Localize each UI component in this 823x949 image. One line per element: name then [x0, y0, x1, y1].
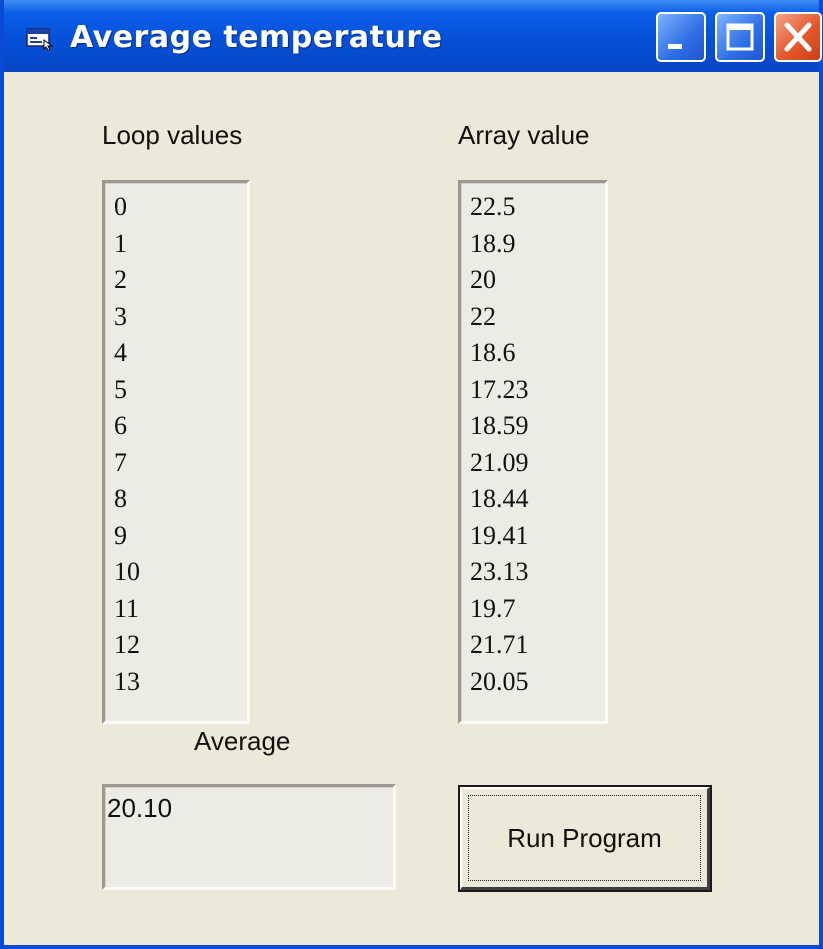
- loop-values-listbox[interactable]: 0 1 2 3 4 5 6 7 8 9 10 11 12 13: [102, 180, 250, 724]
- average-output-field[interactable]: 20.10: [102, 784, 396, 890]
- list-item[interactable]: 18.6: [470, 335, 605, 372]
- list-item[interactable]: 18.59: [470, 408, 605, 445]
- window-title: Average temperature: [70, 20, 443, 55]
- close-icon: [784, 22, 812, 52]
- list-item[interactable]: 21.71: [470, 627, 605, 664]
- list-item[interactable]: 2: [114, 262, 247, 299]
- list-item[interactable]: 19.7: [470, 591, 605, 628]
- list-item[interactable]: 12: [114, 627, 247, 664]
- list-item[interactable]: 20: [470, 262, 605, 299]
- average-label: Average: [194, 726, 291, 756]
- close-button[interactable]: [774, 12, 822, 62]
- array-value-label: Array value: [458, 120, 590, 150]
- list-item[interactable]: 9: [114, 518, 247, 555]
- list-item[interactable]: 6: [114, 408, 247, 445]
- loop-values-label: Loop values: [102, 120, 243, 150]
- list-item[interactable]: 17.23: [470, 372, 605, 409]
- list-item[interactable]: 19.41: [470, 518, 605, 555]
- app-window-icon: [26, 28, 54, 50]
- list-item[interactable]: 5: [114, 372, 247, 409]
- maximize-icon: [726, 23, 754, 51]
- loop-values-items: 0 1 2 3 4 5 6 7 8 9 10 11 12 13: [114, 189, 247, 700]
- list-item[interactable]: 8: [114, 481, 247, 518]
- list-item[interactable]: 11: [114, 591, 247, 628]
- list-item[interactable]: 23.13: [470, 554, 605, 591]
- run-program-button[interactable]: Run Program: [458, 785, 712, 892]
- array-values-listbox[interactable]: 22.5 18.9 20 22 18.6 17.23 18.59 21.09 18.44 19.4…: [458, 180, 608, 724]
- form-client-area: Loop values Array value 0 1 2 3 4 5 6 7 8 9 10 11 12…: [4, 72, 819, 945]
- list-item[interactable]: 18.44: [470, 481, 605, 518]
- array-values-items: 22.5 18.9 20 22 18.6 17.23 18.59 21.09 18.44 19.4…: [470, 189, 605, 700]
- list-item[interactable]: 3: [114, 299, 247, 336]
- list-item[interactable]: 4: [114, 335, 247, 372]
- maximize-button[interactable]: [715, 12, 765, 62]
- list-item[interactable]: 18.9: [470, 226, 605, 263]
- list-item[interactable]: 20.05: [470, 664, 605, 701]
- list-item[interactable]: 13: [114, 664, 247, 701]
- minimize-button[interactable]: [656, 12, 706, 62]
- list-item[interactable]: 0: [114, 189, 247, 226]
- list-item[interactable]: 22: [470, 299, 605, 336]
- title-bar[interactable]: Average temperature: [4, 0, 822, 72]
- list-item[interactable]: 7: [114, 445, 247, 482]
- list-item[interactable]: 21.09: [470, 445, 605, 482]
- list-item[interactable]: 1: [114, 226, 247, 263]
- minimize-icon: [668, 44, 682, 49]
- run-program-label: Run Program: [507, 823, 662, 853]
- list-item[interactable]: 22.5: [470, 189, 605, 226]
- list-item[interactable]: 10: [114, 554, 247, 591]
- application-window: Average temperature Loop values Array va…: [0, 0, 823, 949]
